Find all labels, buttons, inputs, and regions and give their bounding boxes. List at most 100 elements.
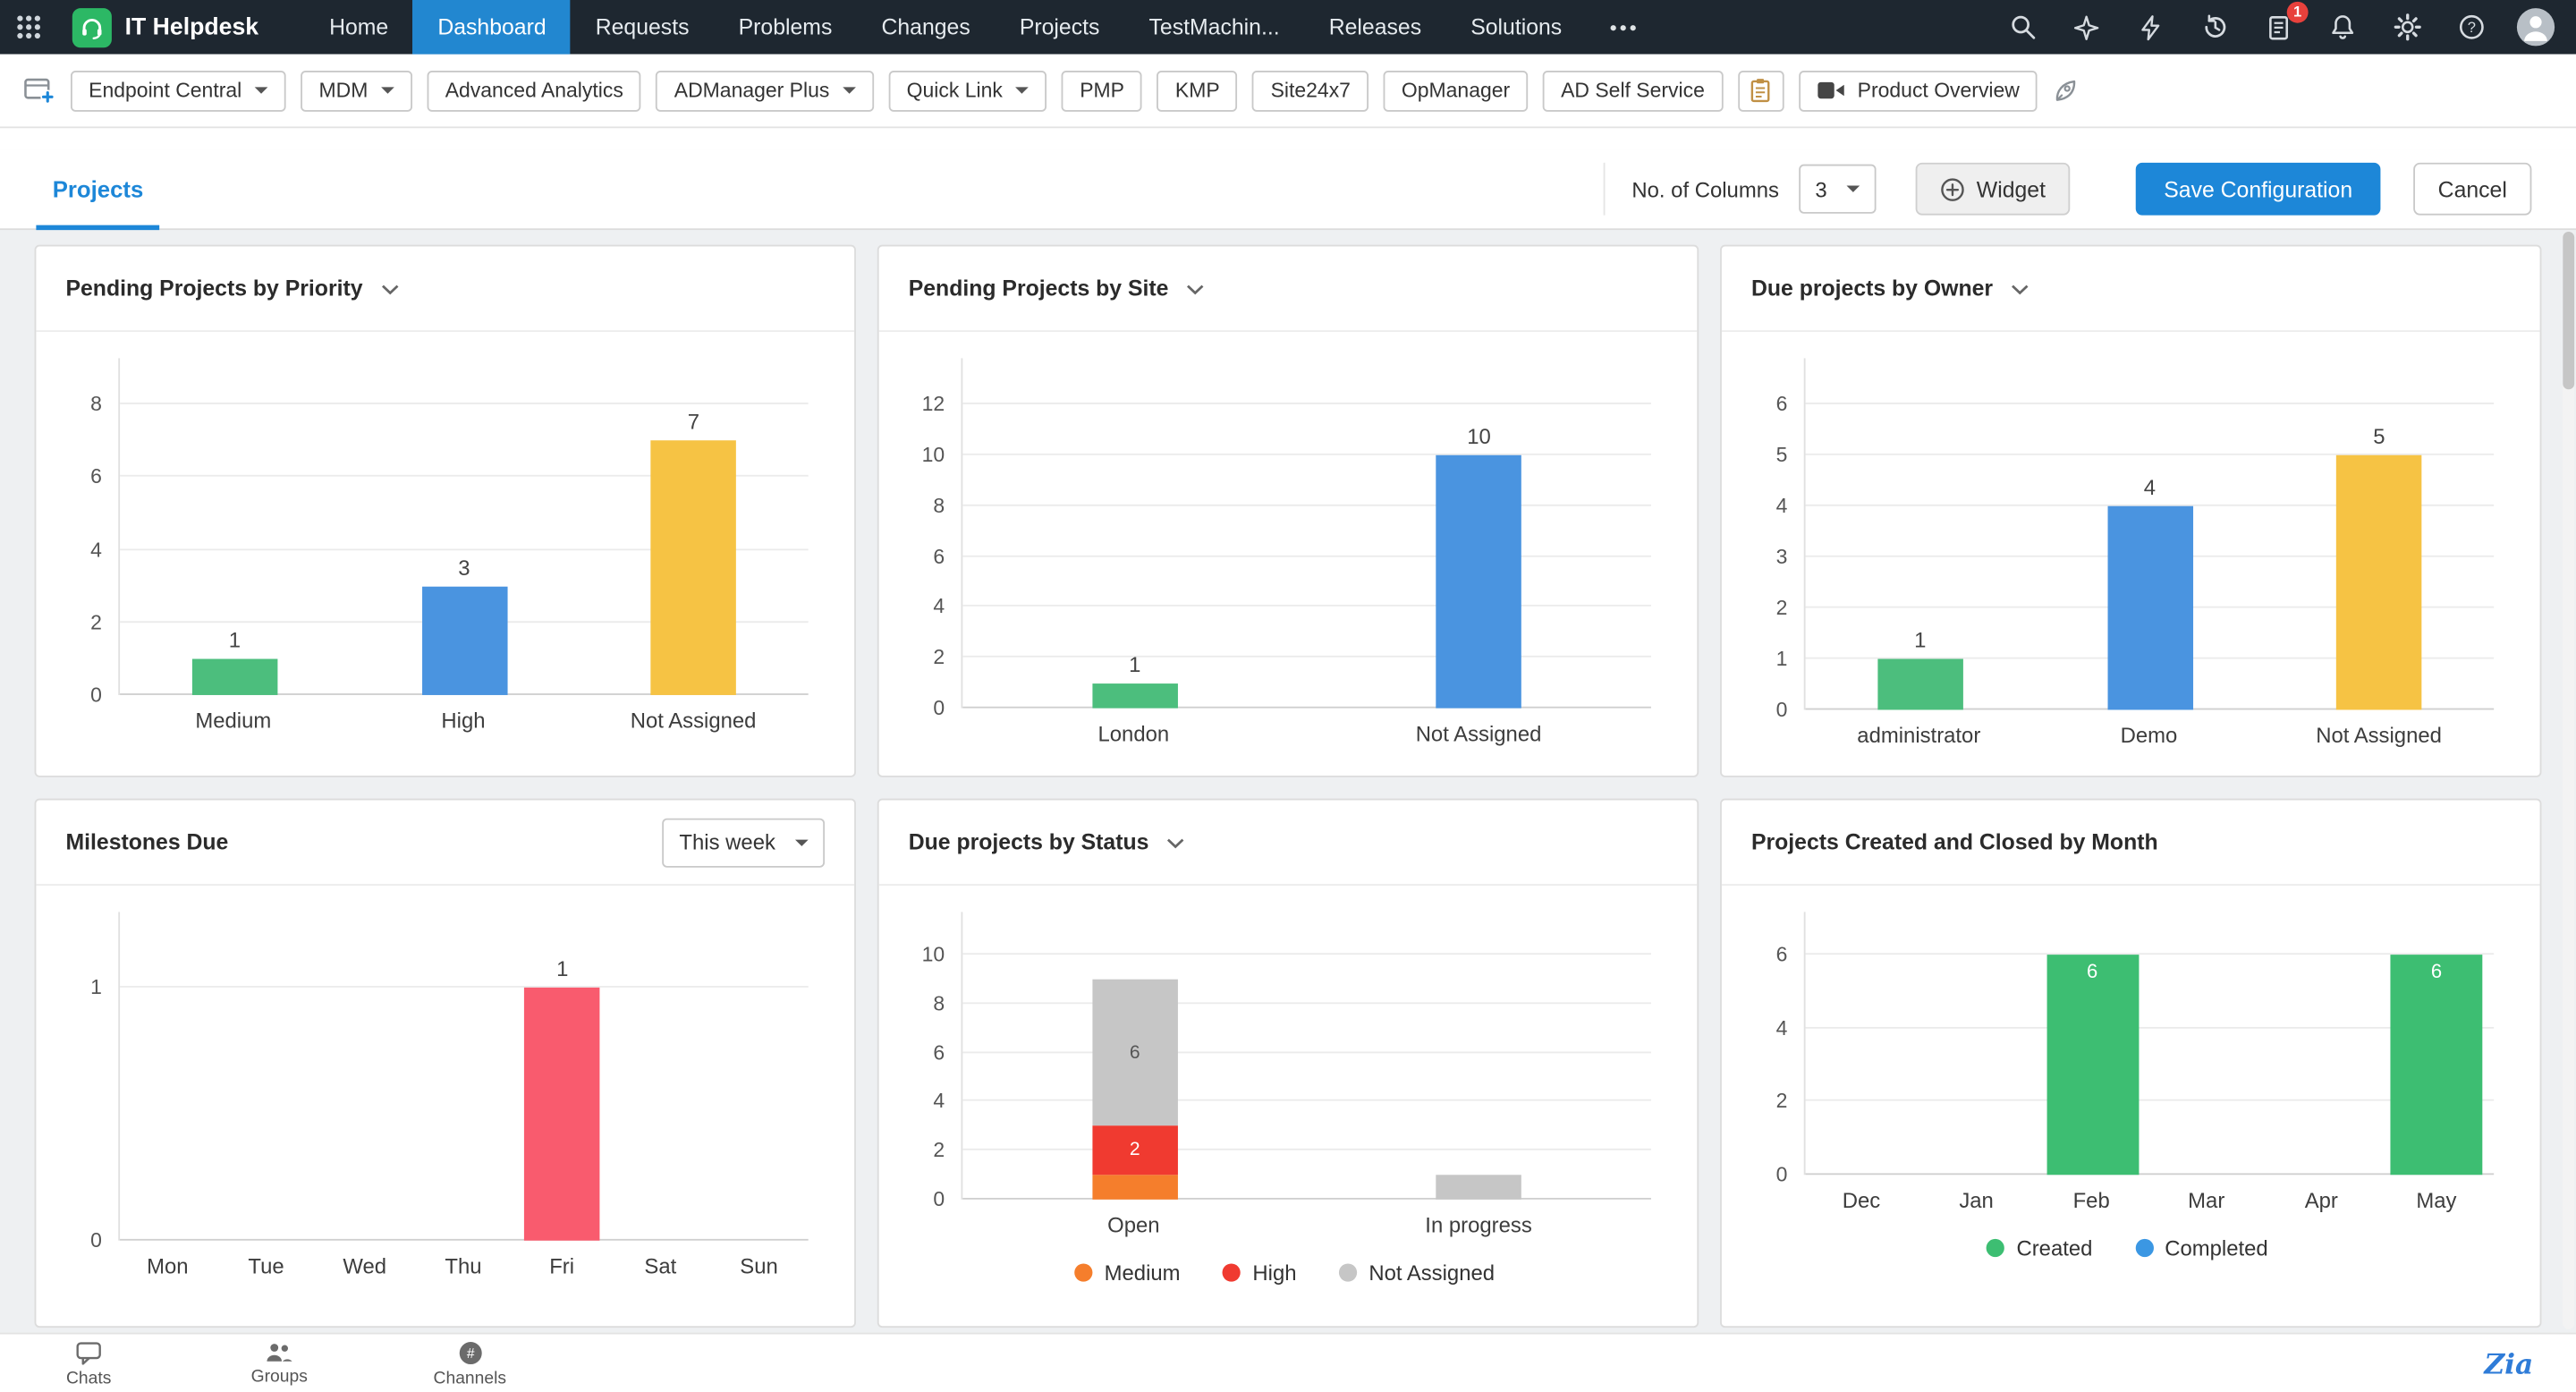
- legend-item-created[interactable]: Created: [1987, 1235, 2092, 1260]
- add-widget-button[interactable]: Widget: [1915, 162, 2071, 216]
- svg-text:#: #: [466, 1345, 474, 1361]
- toolbar-button-pmp[interactable]: PMP: [1061, 70, 1143, 111]
- notes-button[interactable]: [1737, 70, 1784, 111]
- widget-due-projects-by-status: Due projects by Status 0 2 4 6 8 10 2 6 Open In p…: [877, 798, 1699, 1328]
- shortcut-toolbar: Endpoint Central MDM Advanced Analytics ADM…: [0, 54, 2576, 129]
- category-slot: 6: [2035, 912, 2149, 1176]
- search-icon[interactable]: [2001, 5, 2044, 48]
- tour-button[interactable]: [2053, 76, 2080, 104]
- bars-layer: 26: [962, 912, 1651, 1200]
- user-avatar[interactable]: [2513, 5, 2556, 48]
- app-launcher-icon[interactable]: [0, 0, 55, 55]
- sparkle-icon[interactable]: [2065, 5, 2108, 48]
- widget-header: Pending Projects by Site: [878, 247, 1698, 333]
- product-overview-button[interactable]: Product Overview: [1798, 70, 2038, 111]
- toolbar-button-quick-link[interactable]: Quick Link: [888, 70, 1047, 111]
- bar-value-label: 1: [1914, 627, 1927, 653]
- bar-fri[interactable]: 1: [524, 956, 601, 1241]
- bar-london[interactable]: 1: [1091, 651, 1178, 709]
- segment-medium[interactable]: [1091, 1175, 1178, 1200]
- toolbar-button-kmp[interactable]: KMP: [1157, 70, 1238, 111]
- toolbar-button-ad-self-service[interactable]: AD Self Service: [1542, 70, 1724, 111]
- footer-groups[interactable]: Groups: [233, 1341, 326, 1387]
- toolbar-button-label: Endpoint Central: [89, 79, 242, 102]
- toolbar-button-mdm[interactable]: MDM: [301, 70, 412, 111]
- bar-not-assigned[interactable]: 5: [2336, 424, 2422, 710]
- category-slot: [218, 912, 317, 1240]
- toolbar-button-site24x7[interactable]: Site24x7: [1252, 70, 1369, 111]
- caret-down-icon: [1846, 185, 1860, 192]
- chat-icon: [76, 1341, 101, 1364]
- vertical-scrollbar[interactable]: [2563, 231, 2575, 1329]
- bar-medium[interactable]: 1: [191, 627, 278, 695]
- cancel-button[interactable]: Cancel: [2413, 162, 2532, 216]
- columns-select[interactable]: 3: [1798, 164, 1877, 214]
- notification-bell-icon[interactable]: [2321, 5, 2364, 48]
- history-icon[interactable]: [2193, 5, 2236, 48]
- widget-pending-projects-by-site: Pending Projects by Site 0 2 4 6 8 10 12 1 10 Lon…: [877, 244, 1699, 777]
- legend-dot: [1223, 1263, 1241, 1282]
- tab-projects[interactable]: Projects: [36, 149, 161, 230]
- segment-high[interactable]: 2: [1091, 1125, 1178, 1176]
- lightning-icon[interactable]: [2129, 5, 2172, 48]
- footer-chats[interactable]: Chats: [43, 1340, 135, 1388]
- y-tick-label: 10: [921, 943, 945, 966]
- x-tick-label-sun: Sun: [740, 1253, 778, 1278]
- bar-high[interactable]: 3: [421, 555, 507, 695]
- groups-icon: [267, 1344, 292, 1362]
- toolbar-button-advanced-analytics[interactable]: Advanced Analytics: [427, 70, 642, 111]
- help-icon[interactable]: ?: [2450, 5, 2493, 48]
- legend-item-high[interactable]: High: [1223, 1260, 1297, 1285]
- footer-channels[interactable]: # Channels: [424, 1340, 516, 1388]
- nav-item-projects[interactable]: Projects: [995, 0, 1124, 55]
- segment-not-assigned[interactable]: [1436, 1175, 1522, 1200]
- nav-more-button[interactable]: [1587, 24, 1659, 30]
- svg-text:?: ?: [2467, 19, 2475, 36]
- legend-dot: [1987, 1238, 2005, 1258]
- chevron-down-icon[interactable]: [1187, 284, 1205, 296]
- bar-created-may[interactable]: 6: [2390, 955, 2483, 1176]
- x-tick-label-apr: Apr: [2304, 1187, 2338, 1213]
- toolbar-button-opmanager[interactable]: OpManager: [1383, 70, 1529, 111]
- chevron-down-icon[interactable]: [381, 284, 399, 296]
- x-tick-label-demo: Demo: [2120, 723, 2178, 748]
- legend-item-completed[interactable]: Completed: [2135, 1235, 2268, 1260]
- bar-not-assigned[interactable]: 10: [1436, 424, 1522, 709]
- nav-item-testmachin[interactable]: TestMachin...: [1124, 0, 1304, 55]
- nav-item-solutions[interactable]: Solutions: [1446, 0, 1587, 55]
- chevron-down-icon[interactable]: [2011, 284, 2029, 296]
- product-logo[interactable]: [72, 7, 112, 47]
- settings-gear-icon[interactable]: [2385, 5, 2428, 48]
- legend-item-not-assigned[interactable]: Not Assigned: [1339, 1260, 1495, 1285]
- nav-item-requests[interactable]: Requests: [571, 0, 714, 55]
- product-title: IT Helpdesk: [124, 13, 259, 40]
- toolbar-button-endpoint-central[interactable]: Endpoint Central: [70, 70, 286, 111]
- chevron-down-icon[interactable]: [1167, 838, 1185, 850]
- dashboard-controls: No. of Columns 3 Widget Save Configurati…: [1604, 162, 2532, 216]
- nav-item-changes[interactable]: Changes: [857, 0, 995, 55]
- nav-item-releases[interactable]: Releases: [1304, 0, 1445, 55]
- add-view-button[interactable]: [23, 75, 56, 105]
- bar-created-feb[interactable]: 6: [2046, 955, 2139, 1176]
- nav-item-dashboard[interactable]: Dashboard: [412, 0, 572, 55]
- chart-plot-area: 0 1 2 3 4 5 6 1 4 5: [1741, 358, 2513, 721]
- bar-administrator[interactable]: 1: [1877, 628, 1963, 710]
- category-slot: 1: [962, 358, 1307, 709]
- nav-item-home[interactable]: Home: [305, 0, 413, 55]
- scrollbar-thumb[interactable]: [2563, 231, 2575, 390]
- milestones-range-select[interactable]: This week: [663, 817, 826, 867]
- bar-value-label: 4: [2143, 474, 2157, 500]
- nav-item-problems[interactable]: Problems: [714, 0, 857, 55]
- toolbar-button-admanager-plus[interactable]: ADManager Plus: [656, 70, 874, 111]
- feedback-icon[interactable]: 1: [2258, 0, 2309, 48]
- toolbar-button-label: ADManager Plus: [674, 79, 830, 102]
- x-tick-label-jan: Jan: [1959, 1187, 1994, 1213]
- bar-demo[interactable]: 4: [2106, 475, 2193, 710]
- zia-logo[interactable]: Zia: [2484, 1349, 2533, 1382]
- segment-not-assigned[interactable]: 6: [1091, 979, 1178, 1126]
- save-configuration-button[interactable]: Save Configuration: [2136, 162, 2381, 216]
- legend-item-medium[interactable]: Medium: [1074, 1260, 1181, 1285]
- category-slot: 6: [2379, 912, 2494, 1176]
- bar-not-assigned[interactable]: 7: [650, 410, 737, 695]
- category-slot: [120, 912, 218, 1240]
